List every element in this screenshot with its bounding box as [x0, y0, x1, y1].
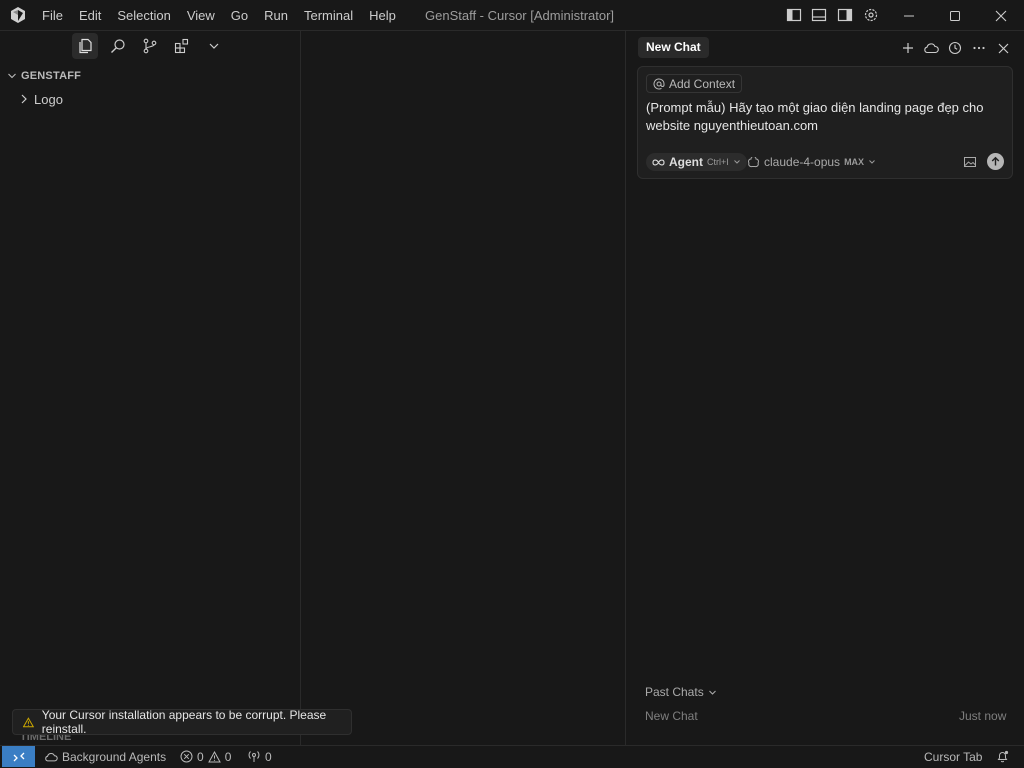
- maximize-icon: [950, 10, 960, 21]
- tree-folder-logo[interactable]: Logo: [18, 90, 63, 108]
- close-button[interactable]: [978, 0, 1024, 31]
- past-chat-time: Just now: [959, 709, 1007, 723]
- past-chat-title[interactable]: New Chat: [645, 709, 698, 723]
- ports-count: 0: [265, 749, 272, 764]
- at-icon: [653, 78, 665, 89]
- files-icon: [79, 38, 92, 54]
- menu-terminal[interactable]: Terminal: [296, 0, 361, 31]
- minimize-button[interactable]: [886, 0, 932, 31]
- error-icon: [180, 750, 193, 763]
- menu-run[interactable]: Run: [256, 0, 296, 31]
- explorer-section-header[interactable]: GENSTAFF: [7, 69, 81, 83]
- toggle-primary-sidebar-icon[interactable]: [786, 7, 802, 23]
- remote-indicator[interactable]: [2, 746, 35, 767]
- explorer-tab[interactable]: [72, 33, 98, 59]
- model-selector[interactable]: claude-4-opus MAX: [747, 153, 876, 171]
- send-button[interactable]: [987, 153, 1004, 170]
- chevron-down-icon: [733, 160, 740, 164]
- bell-icon: [997, 750, 1009, 763]
- warning-icon: [207, 750, 221, 762]
- extensions-icon: [174, 38, 189, 54]
- remote-icon: [13, 752, 24, 761]
- add-context-label: Add Context: [669, 76, 736, 91]
- ports-status[interactable]: 0: [247, 746, 272, 767]
- background-agents-label: Background Agents: [62, 749, 167, 764]
- past-chats-toggle[interactable]: Past Chats: [645, 685, 717, 699]
- mode-selector[interactable]: Agent Ctrl+I: [646, 153, 747, 171]
- more-views-dropdown[interactable]: [201, 33, 227, 59]
- explorer-sidebar: [0, 31, 301, 745]
- chat-prompt-input[interactable]: (Prompt mẫu) Hãy tạo một giao diện landi…: [646, 99, 1008, 135]
- chevron-down-icon: [708, 690, 716, 695]
- background-agents-status[interactable]: Background Agents: [44, 746, 166, 767]
- past-chats-label: Past Chats: [645, 685, 704, 699]
- image-icon[interactable]: [963, 155, 977, 169]
- menu-bar: File Edit Selection View Go Run Terminal…: [34, 0, 404, 31]
- cursor-logo-icon: [11, 7, 25, 23]
- chevron-down-icon: [869, 160, 875, 164]
- chat-more-button[interactable]: [971, 40, 987, 56]
- chat-tab-new-chat[interactable]: New Chat: [638, 37, 709, 58]
- mode-shortcut: Ctrl+I: [707, 157, 729, 167]
- explorer-section-title: GENSTAFF: [21, 70, 82, 82]
- menu-view[interactable]: View: [179, 0, 223, 31]
- infinity-icon: [652, 159, 665, 165]
- tree-item-label: Logo: [34, 91, 63, 107]
- cloud-icon: [924, 43, 939, 54]
- chat-history-button[interactable]: [947, 40, 963, 56]
- close-icon: [995, 10, 1007, 21]
- menu-file[interactable]: File: [34, 0, 71, 31]
- chevron-right-icon: [21, 94, 27, 104]
- notification-message: Your Cursor installation appears to be c…: [41, 708, 327, 736]
- close-chat-button[interactable]: [995, 40, 1011, 56]
- warnings-count: 0: [224, 749, 232, 764]
- menu-selection[interactable]: Selection: [109, 0, 178, 31]
- toggle-panel-icon[interactable]: [811, 7, 827, 23]
- close-icon: [998, 43, 1008, 53]
- editor-area: [301, 31, 626, 745]
- settings-gear-icon[interactable]: [863, 7, 879, 23]
- maximize-button[interactable]: [932, 0, 978, 31]
- search-tab[interactable]: [105, 33, 131, 59]
- new-chat-button[interactable]: [900, 40, 916, 56]
- source-control-tab[interactable]: [137, 33, 163, 59]
- menu-go[interactable]: Go: [223, 0, 256, 31]
- mode-label: Agent: [669, 155, 703, 169]
- cloud-icon: [45, 752, 58, 761]
- chevron-down-icon: [209, 43, 219, 49]
- warning-icon: [23, 716, 34, 727]
- search-icon: [111, 39, 125, 53]
- errors-count: 0: [197, 749, 204, 764]
- add-context-button[interactable]: Add Context: [646, 74, 743, 93]
- background-agent-button[interactable]: [923, 40, 939, 56]
- model-label: claude-4-opus: [764, 155, 841, 169]
- plus-icon: [903, 43, 913, 53]
- model-badge: MAX: [844, 157, 865, 167]
- cursor-tab-status[interactable]: Cursor Tab: [924, 746, 982, 767]
- menu-edit[interactable]: Edit: [71, 0, 109, 31]
- minimize-icon: [904, 15, 914, 16]
- chevron-down-icon: [8, 73, 16, 79]
- history-icon: [948, 41, 962, 55]
- notifications-button[interactable]: [996, 746, 1009, 767]
- model-brain-icon: [748, 156, 759, 167]
- menu-help[interactable]: Help: [361, 0, 404, 31]
- toggle-secondary-sidebar-icon[interactable]: [837, 7, 853, 23]
- window-title: GenStaff - Cursor [Administrator]: [425, 8, 615, 23]
- extensions-tab[interactable]: [169, 33, 195, 59]
- source-control-icon: [143, 38, 157, 54]
- more-icon: [973, 46, 985, 50]
- corrupt-install-notification[interactable]: Your Cursor installation appears to be c…: [12, 708, 352, 736]
- send-arrow-icon: [991, 156, 1000, 166]
- ports-icon: [248, 751, 260, 762]
- problems-status[interactable]: 0 0: [180, 746, 231, 767]
